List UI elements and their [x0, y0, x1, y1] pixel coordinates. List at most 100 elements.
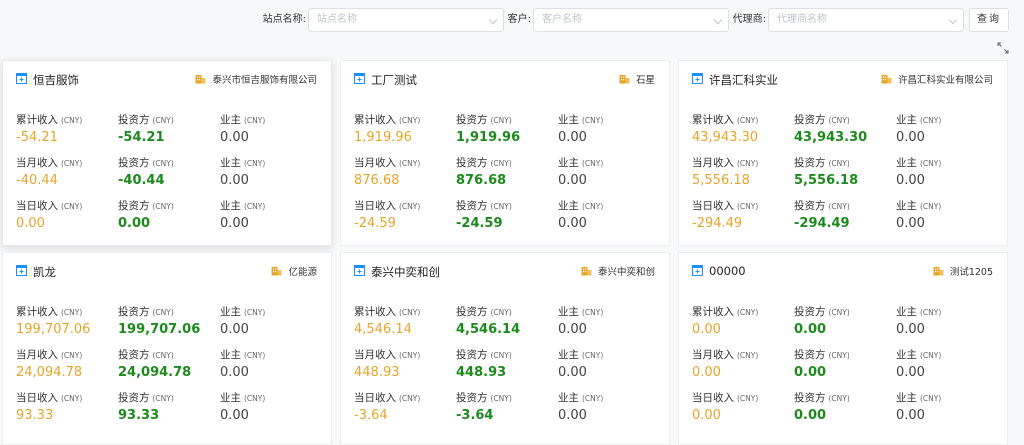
owner-cell: 业主 (CNY) 0.00 [220, 198, 320, 231]
site-card[interactable]: 工厂测试 石星 累计收入 (CNY) 1,919.96 投资方 (CNY) 1,919.96 业… [340, 60, 670, 246]
site-card[interactable]: 泰兴中奕和创 泰兴中奕和创 累计收入 (CNY) 4,546.14 投资方 (CNY) 4,5… [340, 252, 670, 445]
investor-label: 投资方 (CNY) [794, 306, 850, 318]
unit-label: (CNY) [828, 202, 850, 211]
owner-value: 0.00 [558, 365, 587, 380]
customer-select[interactable]: 客户名称 [533, 8, 729, 32]
investor-cell: 投资方 (CNY) 4,546.14 [456, 304, 556, 337]
site-card[interactable]: 恒吉服饰 泰兴市恒吉服饰有限公司 累计收入 (CNY) -54.21 投资方 (CNY) -5… [2, 60, 332, 246]
owner-value: 0.00 [896, 322, 925, 337]
owner-company: 许昌汇科实业有限公司 [897, 75, 993, 86]
site-title[interactable]: 凯龙 [33, 264, 56, 280]
owner-label: 业主 (CNY) [220, 306, 266, 318]
investor-label: 投资方 (CNY) [794, 349, 850, 361]
site-icon [16, 265, 27, 276]
investor-label: 投资方 (CNY) [118, 157, 174, 169]
owner-name: 许昌汇科实业有限公司 [881, 72, 993, 86]
total-income-cell: 累计收入 (CNY) 4,546.14 [354, 304, 454, 337]
query-button[interactable]: 查询 [969, 8, 1009, 32]
owner-label: 业主 (CNY) [220, 392, 266, 404]
total-income-label: 累计收入 (CNY) [354, 114, 421, 126]
investor-cell: 投资方 (CNY) 0.00 [794, 390, 894, 423]
investor-value: 43,943.30 [794, 130, 868, 145]
owner-name: 亿能源 [271, 264, 317, 278]
unit-label: (CNY) [920, 308, 942, 317]
month-income-cell: 当月收入 (CNY) 448.93 [354, 347, 454, 380]
total-income-value: 199,707.06 [16, 322, 91, 337]
agent-placeholder: 代理商名称 [777, 14, 827, 25]
unit-label: (CNY) [244, 394, 266, 403]
day-income-value: -294.49 [692, 216, 743, 231]
investor-cell: 投资方 (CNY) 0.00 [118, 198, 218, 231]
investor-cell: 投资方 (CNY) 876.68 [456, 155, 556, 188]
day-income-label: 当日收入 (CNY) [16, 200, 83, 212]
owner-label: 业主 (CNY) [220, 157, 266, 169]
owner-label: 业主 (CNY) [220, 114, 266, 126]
unit-label: (CNY) [61, 351, 83, 360]
unit-label: (CNY) [490, 159, 512, 168]
unit-label: (CNY) [582, 202, 604, 211]
site-card[interactable]: 00000 测试1205 累计收入 (CNY) 0.00 投资方 (CNY) 0.00 业主 (C… [678, 252, 1008, 445]
site-name-label: 站点名称: [262, 14, 306, 25]
day-income-cell: 当日收入 (CNY) 0.00 [692, 390, 792, 423]
investor-value: -40.44 [118, 173, 165, 188]
unit-label: (CNY) [920, 202, 942, 211]
total-income-cell: 累计收入 (CNY) -54.21 [16, 112, 116, 145]
unit-label: (CNY) [399, 394, 421, 403]
investor-value: 199,707.06 [118, 322, 201, 337]
month-income-label: 当月收入 (CNY) [16, 157, 83, 169]
total-income-value: 0.00 [692, 322, 721, 337]
site-name-select[interactable]: 站点名称 [308, 8, 504, 32]
owner-label: 业主 (CNY) [896, 200, 942, 212]
owner-cell: 业主 (CNY) 0.00 [558, 390, 658, 423]
owner-cell: 业主 (CNY) 0.00 [558, 347, 658, 380]
month-income-value: 0.00 [692, 365, 721, 380]
customer-label: 客户: [507, 14, 531, 25]
day-income-value: -3.64 [354, 408, 388, 423]
unit-label: (CNY) [582, 351, 604, 360]
site-title[interactable]: 00000 [709, 264, 746, 278]
month-income-value: -40.44 [16, 173, 58, 188]
month-income-value: 5,556.18 [692, 173, 750, 188]
total-income-value: 43,943.30 [692, 130, 759, 145]
month-income-value: 448.93 [354, 365, 400, 380]
owner-company: 亿能源 [288, 267, 317, 278]
unit-label: (CNY) [737, 394, 759, 403]
unit-label: (CNY) [61, 202, 83, 211]
site-title[interactable]: 许昌汇科实业 [709, 72, 778, 88]
site-card[interactable]: 凯龙 亿能源 累计收入 (CNY) 199,707.06 投资方 (CNY) 199,707.… [2, 252, 332, 445]
unit-label: (CNY) [399, 116, 421, 125]
site-title[interactable]: 恒吉服饰 [33, 72, 79, 88]
fullscreen-icon[interactable] [997, 42, 1009, 54]
investor-value: -54.21 [118, 130, 165, 145]
unit-label: (CNY) [490, 351, 512, 360]
investor-value: 0.00 [794, 322, 827, 337]
unit-label: (CNY) [244, 116, 266, 125]
investor-cell: 投资方 (CNY) 93.33 [118, 390, 218, 423]
owner-cell: 业主 (CNY) 0.00 [558, 155, 658, 188]
day-income-label: 当日收入 (CNY) [692, 392, 759, 404]
investor-label: 投资方 (CNY) [118, 392, 174, 404]
investor-value: 4,546.14 [456, 322, 521, 337]
day-income-value: 0.00 [16, 216, 45, 231]
unit-label: (CNY) [490, 116, 512, 125]
unit-label: (CNY) [828, 159, 850, 168]
month-income-cell: 当月收入 (CNY) -40.44 [16, 155, 116, 188]
unit-label: (CNY) [152, 394, 174, 403]
agent-select[interactable]: 代理商名称 [768, 8, 964, 32]
owner-label: 业主 (CNY) [896, 392, 942, 404]
investor-cell: 投资方 (CNY) 0.00 [794, 304, 894, 337]
owner-value: 0.00 [558, 322, 587, 337]
month-income-label: 当月收入 (CNY) [692, 157, 759, 169]
investor-cell: 投资方 (CNY) 199,707.06 [118, 304, 218, 337]
total-income-cell: 累计收入 (CNY) 199,707.06 [16, 304, 116, 337]
investor-value: 448.93 [456, 365, 507, 380]
owner-cell: 业主 (CNY) 0.00 [558, 198, 658, 231]
site-title[interactable]: 泰兴中奕和创 [371, 264, 440, 280]
month-income-cell: 当月收入 (CNY) 876.68 [354, 155, 454, 188]
site-title[interactable]: 工厂测试 [371, 72, 417, 88]
unit-label: (CNY) [399, 308, 421, 317]
agent-label: 代理商: [732, 14, 766, 25]
site-card[interactable]: 许昌汇科实业 许昌汇科实业有限公司 累计收入 (CNY) 43,943.30 投资方 (CN… [678, 60, 1008, 246]
site-icon [354, 265, 365, 276]
site-card-grid: 恒吉服饰 泰兴市恒吉服饰有限公司 累计收入 (CNY) -54.21 投资方 (CNY) -5… [0, 60, 1024, 445]
